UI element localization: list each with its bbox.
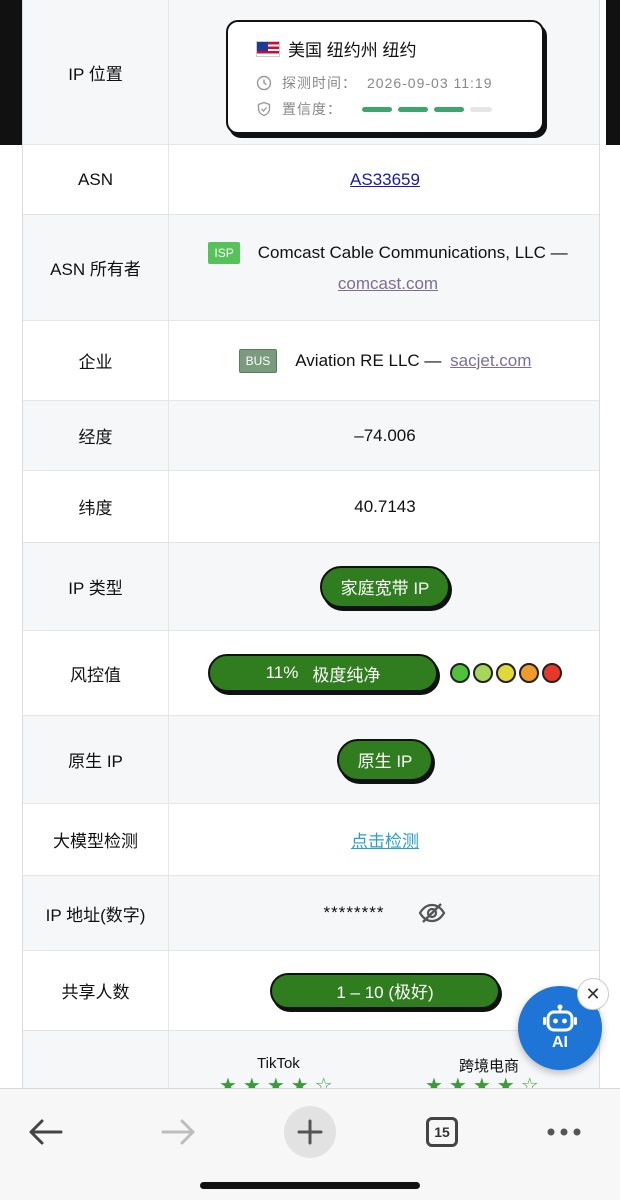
click-detect-link[interactable]: 点击检测 xyxy=(351,827,419,852)
ai-close-button[interactable]: ✕ xyxy=(577,978,609,1010)
row-latitude: 纬度 40.7143 xyxy=(23,471,599,543)
detect-time-label: 探测时间： xyxy=(282,75,357,91)
row-ip-location: IP 位置 美国 纽约州 纽约 探测时间： 2026-09-03 11:19 置… xyxy=(23,0,599,145)
row-label: 共享人数 xyxy=(23,951,169,1030)
risk-dot xyxy=(519,663,539,683)
left-dark-edge xyxy=(0,0,22,145)
arrow-left-icon xyxy=(29,1119,63,1145)
location-text: 美国 纽约州 纽约 xyxy=(288,41,417,60)
row-label: 大模型检测 xyxy=(23,804,169,875)
row-label: IP 地址(数字) xyxy=(23,876,169,950)
location-card: 美国 纽约州 纽约 探测时间： 2026-09-03 11:19 置信度： xyxy=(226,20,544,134)
row-ip-numeric: IP 地址(数字) ******** xyxy=(23,876,599,951)
row-ip-type: IP 类型 家庭宽带 IP xyxy=(23,543,599,631)
row-risk: 风控值 11% 极度纯净 xyxy=(23,631,599,716)
ai-label: AI xyxy=(552,1034,568,1051)
row-longitude: 经度 –74.006 xyxy=(23,401,599,471)
confidence-bar xyxy=(398,106,428,112)
risk-dot xyxy=(473,663,493,683)
row-label xyxy=(23,1031,169,1090)
confidence-bars xyxy=(362,106,492,112)
detect-time-value: 2026-09-03 11:19 xyxy=(367,75,493,91)
confidence-bar xyxy=(362,106,392,112)
longitude-value: –74.006 xyxy=(354,425,416,445)
tiktok-label: TikTok xyxy=(257,1055,300,1072)
row-asn-owner: ASN 所有者 ISP Comcast Cable Communications… xyxy=(23,215,599,321)
row-label: 企业 xyxy=(23,321,169,400)
confidence-bar xyxy=(470,106,492,112)
latitude-value: 40.7143 xyxy=(354,496,416,516)
row-label: IP 位置 xyxy=(23,0,169,144)
forward-button[interactable] xyxy=(158,1107,198,1157)
row-company: 企业 BUS Aviation RE LLC — sacjet.com xyxy=(23,321,599,401)
row-label: ASN 所有者 xyxy=(23,215,169,320)
row-label: 原生 IP xyxy=(23,716,169,803)
home-indicator xyxy=(200,1182,420,1189)
row-label: ASN xyxy=(23,145,169,214)
business-tag: BUS xyxy=(238,348,278,373)
right-dark-edge xyxy=(606,0,620,145)
row-label: 风控值 xyxy=(23,631,169,715)
row-shared-users: 共享人数 1 – 10 (极好) xyxy=(23,951,599,1031)
risk-text: 极度纯净 xyxy=(312,665,381,685)
asn-owner-name: Comcast Cable Communications, LLC — xyxy=(257,242,568,262)
tab-count: 15 xyxy=(426,1117,458,1147)
row-asn: ASN AS33659 xyxy=(23,145,599,215)
confidence-label: 置信度： xyxy=(282,101,342,117)
isp-tag: ISP xyxy=(208,241,240,264)
row-native-ip: 原生 IP 原生 IP xyxy=(23,716,599,804)
risk-dot xyxy=(496,663,516,683)
back-button[interactable] xyxy=(26,1107,66,1157)
tabs-button[interactable]: 15 xyxy=(424,1107,460,1157)
arrow-right-icon xyxy=(161,1119,195,1145)
row-platforms: TikTok ★★★★☆ 跨境电商 ★★★★☆ xyxy=(23,1031,599,1090)
new-tab-button[interactable] xyxy=(284,1106,336,1158)
risk-dot xyxy=(450,663,470,683)
shared-users-badge: 1 – 10 (极好) xyxy=(270,972,500,1009)
confidence-bar xyxy=(434,106,464,112)
ip-info-table: IP 位置 美国 纽约州 纽约 探测时间： 2026-09-03 11:19 置… xyxy=(22,0,600,1090)
more-dots-icon xyxy=(547,1128,581,1136)
more-menu-button[interactable] xyxy=(544,1107,584,1157)
asn-link[interactable]: AS33659 xyxy=(350,170,420,190)
risk-scale xyxy=(450,663,562,683)
plus-icon xyxy=(297,1119,323,1145)
eye-off-icon[interactable] xyxy=(418,902,446,924)
shield-check-icon xyxy=(257,101,271,117)
robot-icon xyxy=(543,1004,577,1032)
row-label: 经度 xyxy=(23,401,169,470)
row-label: IP 类型 xyxy=(23,543,169,630)
clock-icon xyxy=(256,75,272,91)
risk-dot xyxy=(542,663,562,683)
risk-score-badge: 11% 极度纯净 xyxy=(208,654,438,692)
row-llm-detect: 大模型检测 点击检测 xyxy=(23,804,599,876)
us-flag-icon xyxy=(256,40,280,57)
risk-percent: 11% xyxy=(265,663,299,682)
ip-type-badge: 家庭宽带 IP xyxy=(320,565,450,608)
ip-numeric-masked: ******** xyxy=(323,903,385,922)
close-icon: ✕ xyxy=(585,983,601,1004)
company-domain-link[interactable]: sacjet.com xyxy=(450,351,531,370)
row-label: 纬度 xyxy=(23,471,169,542)
asn-owner-domain-link[interactable]: comcast.com xyxy=(338,274,438,294)
native-ip-badge: 原生 IP xyxy=(337,738,433,781)
company-name: Aviation RE LLC — xyxy=(295,350,442,370)
